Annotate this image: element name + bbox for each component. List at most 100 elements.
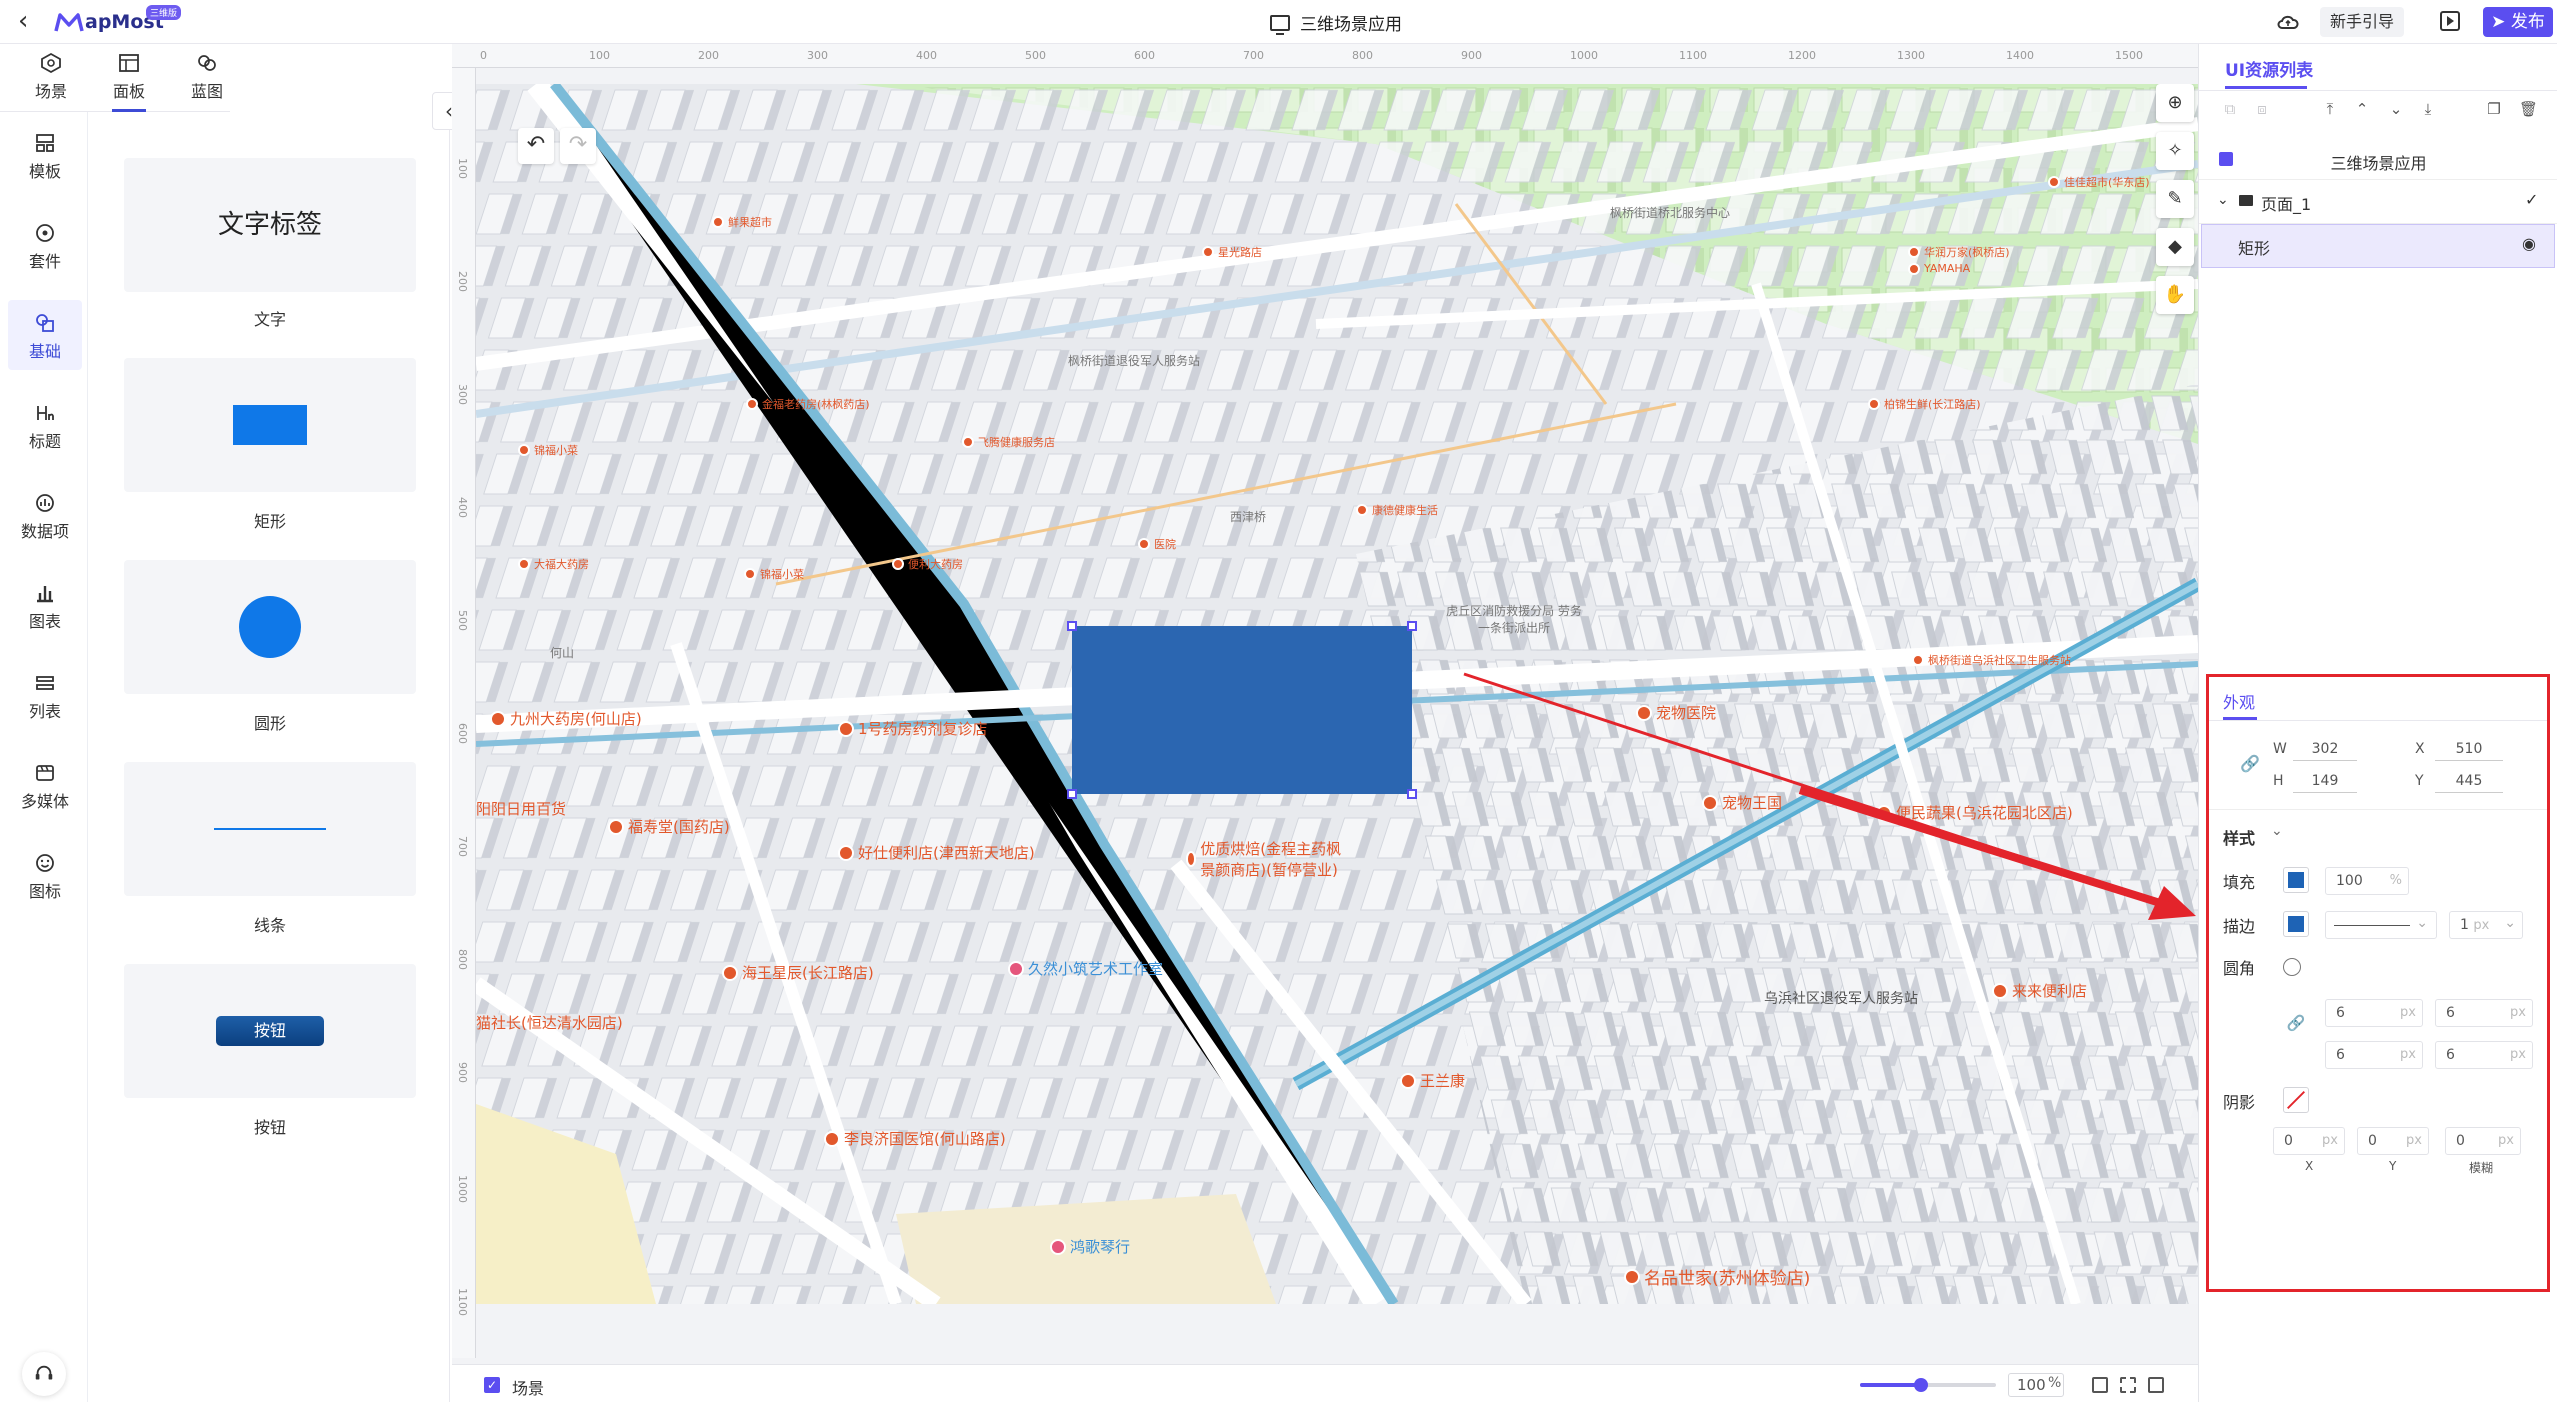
resize-handle-top-right[interactable]	[1407, 621, 1417, 631]
map-poi[interactable]: 宠物医院	[1636, 702, 1716, 723]
minimap-icon[interactable]	[2148, 1377, 2164, 1393]
map-poi[interactable]: 大福大药房	[518, 556, 589, 572]
publish-button[interactable]: ➤ 发布	[2483, 7, 2553, 37]
map-poi[interactable]: YAMAHA	[1908, 262, 1970, 275]
map-poi[interactable]: 康德健康生活	[1356, 502, 1438, 518]
tab-panel[interactable]: 面板	[94, 52, 164, 112]
radius-top-left-input[interactable]: 6 px	[2325, 999, 2423, 1027]
beginner-guide-button[interactable]: 新手引导	[2320, 7, 2405, 37]
map-poi[interactable]: 鲜果超市	[712, 214, 772, 230]
width-input[interactable]: 302	[2293, 737, 2357, 761]
nav-icon[interactable]: 图标	[8, 840, 82, 910]
map-poi[interactable]: 金福老药房(林枫药店)	[746, 396, 870, 412]
map-poi[interactable]: 1号药房药剂复诊店	[838, 718, 988, 739]
x-input[interactable]: 510	[2435, 737, 2503, 761]
map-poi[interactable]: 医院	[1138, 536, 1176, 552]
map-poi[interactable]: 宠物王国	[1702, 792, 1782, 813]
nav-template[interactable]: 模板	[8, 120, 82, 190]
ungroup-icon[interactable]: ⧈	[2253, 100, 2271, 118]
radius-top-right-input[interactable]: 6 px	[2435, 999, 2533, 1027]
nav-basic[interactable]: 基础	[8, 300, 82, 370]
lock-radius-link-icon[interactable]: 🔗	[2283, 1010, 2309, 1036]
zoom-slider[interactable]	[1860, 1378, 1996, 1392]
tab-blueprint[interactable]: 蓝图	[172, 52, 242, 102]
map-poi[interactable]: 好仕便利店(津西新天地店)	[838, 842, 1035, 863]
map-poi[interactable]: 飞腾健康服务店	[962, 434, 1055, 450]
measure-ruler-icon[interactable]: ✎	[2156, 180, 2194, 218]
eye-visibility-icon[interactable]: ◉	[2522, 234, 2536, 253]
stroke-style-select[interactable]: ⌄	[2325, 911, 2437, 939]
map-poi[interactable]: 锦福小菜	[518, 442, 578, 458]
nav-data-item[interactable]: 数据项	[8, 480, 82, 550]
tab-appearance[interactable]: 外观	[2223, 689, 2255, 713]
cloud-sync-icon[interactable]	[2276, 10, 2300, 34]
map-poi[interactable]: 枫桥街道乌浜社区卫生服务站	[1912, 652, 2071, 668]
fit-width-icon[interactable]	[2092, 1377, 2108, 1393]
chevron-down-icon[interactable]: ⌄	[2271, 823, 2283, 839]
move-up-icon[interactable]: ⌃	[2353, 100, 2371, 118]
map-poi[interactable]: 猫社长(恒达清水园店)	[476, 1012, 623, 1033]
text-label-component-card[interactable]: 文字标签	[124, 158, 416, 292]
fill-color-swatch[interactable]	[2283, 867, 2309, 893]
stroke-color-swatch[interactable]	[2283, 911, 2309, 937]
map-poi[interactable]: 阳阳日用百货	[476, 798, 566, 819]
group-icon[interactable]: ⧉	[2221, 100, 2239, 118]
map-poi[interactable]: 李良济国医馆(何山路店)	[824, 1128, 1006, 1149]
chevron-down-icon[interactable]: ⌄	[2217, 192, 2229, 208]
nav-kit[interactable]: 套件	[8, 210, 82, 280]
3d-cube-icon[interactable]: ◆	[2156, 228, 2194, 266]
move-to-bottom-icon[interactable]: ⤓	[2419, 100, 2437, 118]
corner-radius-icon[interactable]	[2283, 958, 2301, 976]
map-poi[interactable]: 便利大药房	[892, 556, 963, 572]
map-poi[interactable]: 鸿歌琴行	[1050, 1236, 1130, 1257]
map-poi[interactable]: 名品世家(苏州体验店)	[1624, 1264, 1810, 1289]
shadow-y-input[interactable]: 0 px	[2357, 1127, 2429, 1155]
zoom-slider-handle[interactable]	[1914, 1378, 1929, 1392]
move-down-icon[interactable]: ⌄	[2387, 100, 2405, 118]
back-arrow-icon[interactable]: ‹	[18, 8, 42, 36]
stroke-width-input[interactable]: 1 px ⌄	[2449, 911, 2523, 939]
nav-title[interactable]: 标题	[8, 390, 82, 460]
resize-handle-bottom-left[interactable]	[1067, 789, 1077, 799]
redo-button[interactable]: ↷	[560, 128, 596, 164]
3d-map-view[interactable]: ↶ ↷ ⊕ ✧ ✎ ◆ ✋ 锦福小菜 大福大药房 锦福小菜 便利大药房 金福老药…	[476, 84, 2198, 1304]
move-to-top-icon[interactable]: ⤒	[2321, 100, 2339, 118]
tab-scene[interactable]: 场景	[16, 52, 86, 102]
rectangle-component-card[interactable]	[124, 358, 416, 492]
map-poi[interactable]: 华润万家(枫桥店)	[1908, 244, 2010, 260]
map-poi[interactable]: 久然小筑艺术工作室	[1008, 958, 1163, 979]
copy-icon[interactable]: ❐	[2485, 100, 2503, 118]
delete-trash-icon[interactable]: 🗑	[2519, 100, 2538, 118]
pan-hand-icon[interactable]: ✋	[2156, 276, 2194, 314]
circle-component-card[interactable]	[124, 560, 416, 694]
tree-rectangle-item[interactable]: 矩形 ◉	[2201, 224, 2555, 268]
nav-list[interactable]: 列表	[8, 660, 82, 730]
map-poi[interactable]: 优质烘焙(金程主药枫景颜商店)(暂停营业)	[1186, 838, 1346, 880]
lock-ratio-link-icon[interactable]: 🔗	[2237, 751, 2263, 777]
shadow-blur-input[interactable]: 0 px	[2445, 1127, 2521, 1155]
y-input[interactable]: 445	[2435, 769, 2503, 793]
resize-handle-top-left[interactable]	[1067, 621, 1077, 631]
checkmark-icon[interactable]: ✓	[2525, 190, 2538, 209]
map-poi[interactable]: 佳佳超市(华东店)	[2048, 174, 2150, 190]
fit-screen-icon[interactable]	[2120, 1377, 2136, 1393]
tab-ui-resource-list[interactable]: UI资源列表	[2225, 56, 2313, 81]
scene-checkbox[interactable]: ✓	[484, 1377, 500, 1393]
map-poi[interactable]: 海王星辰(长江路店)	[722, 962, 874, 983]
shadow-x-input[interactable]: 0 px	[2273, 1127, 2345, 1155]
shadow-disabled-icon[interactable]	[2283, 1087, 2309, 1113]
tree-root-item[interactable]: 三维场景应用	[2199, 140, 2557, 180]
map-poi[interactable]: 便民蔬果(乌浜花园北区店)	[1876, 802, 2073, 823]
radius-bottom-left-input[interactable]: 6 px	[2325, 1041, 2423, 1069]
nav-media[interactable]: 多媒体	[8, 750, 82, 820]
height-input[interactable]: 149	[2293, 769, 2357, 793]
selected-rectangle-component[interactable]	[1072, 626, 1412, 794]
fill-opacity-input[interactable]: 100%	[2325, 867, 2409, 895]
tree-page-item[interactable]: ⌄ 页面_1 ✓	[2199, 180, 2557, 224]
map-poi[interactable]: 锦福小菜	[744, 566, 804, 582]
map-poi[interactable]: 王兰康	[1400, 1070, 1465, 1091]
map-poi[interactable]: 星光路店	[1202, 244, 1262, 260]
preview-play-icon[interactable]	[2440, 11, 2460, 31]
customer-support-icon[interactable]	[22, 1352, 66, 1396]
line-component-card[interactable]	[124, 762, 416, 896]
